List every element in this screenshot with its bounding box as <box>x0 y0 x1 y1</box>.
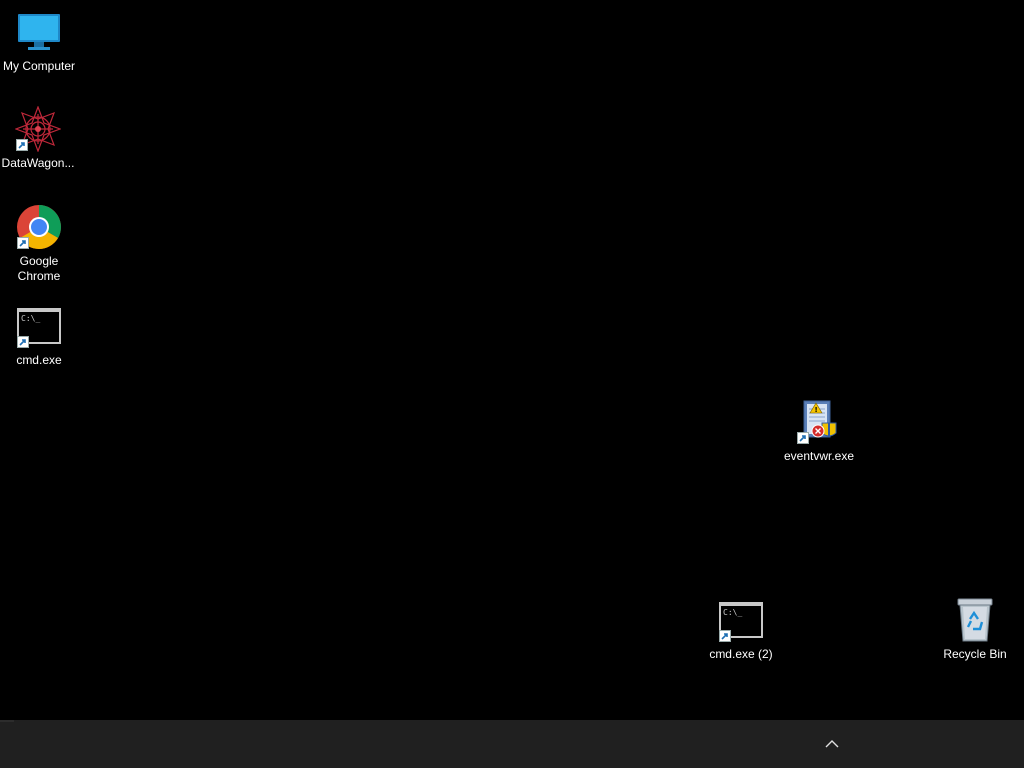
chrome-icon <box>15 203 63 251</box>
svg-text:C:\_: C:\_ <box>723 608 742 617</box>
event-viewer-icon: ! <box>795 398 843 446</box>
desktop-icon-label: cmd.exe (2) <box>709 647 773 661</box>
svg-text:C:\_: C:\_ <box>21 314 40 323</box>
desktop-icon-label: DataWagon... <box>1 156 75 170</box>
desktop-icon-label: eventvwr.exe <box>783 449 855 463</box>
desktop-icon-recycle-bin[interactable]: Recycle Bin <box>937 596 1013 662</box>
shortcut-arrow-icon <box>797 432 809 444</box>
svg-text:!: ! <box>815 406 818 414</box>
desktop-icon-my-computer[interactable]: My Computer <box>1 8 77 74</box>
desktop-icon-cmd[interactable]: C:\_ cmd.exe <box>1 302 77 368</box>
terminal-icon: C:\_ <box>717 596 765 644</box>
terminal-icon: C:\_ <box>15 302 63 350</box>
desktop-icon-google-chrome[interactable]: Google Chrome <box>1 203 77 284</box>
desktop-icon-eventvwr[interactable]: ! eventvwr.exe <box>781 398 857 464</box>
shortcut-arrow-icon <box>16 139 28 151</box>
desktop-icon-label: Recycle Bin <box>943 647 1007 661</box>
desktop-icon-label: My Computer <box>2 59 76 73</box>
monitor-icon <box>15 8 63 56</box>
desktop[interactable]: My Computer DataWagon... Google Chrome C… <box>0 0 1024 720</box>
desktop-icon-cmd-2[interactable]: C:\_ cmd.exe (2) <box>703 596 779 662</box>
shortcut-arrow-icon <box>719 630 731 642</box>
shortcut-arrow-icon <box>17 336 29 348</box>
shortcut-arrow-icon <box>17 237 29 249</box>
desktop-icon-label: Google Chrome <box>17 254 61 283</box>
recycle-bin-icon <box>951 596 999 644</box>
datawagon-icon <box>14 105 62 153</box>
desktop-icon-datawagon[interactable]: DataWagon... <box>0 105 76 171</box>
chevron-up-icon[interactable] <box>820 732 844 756</box>
taskbar[interactable] <box>0 720 1024 768</box>
taskbar-edge <box>0 720 14 722</box>
desktop-icon-label: cmd.exe <box>16 353 62 367</box>
